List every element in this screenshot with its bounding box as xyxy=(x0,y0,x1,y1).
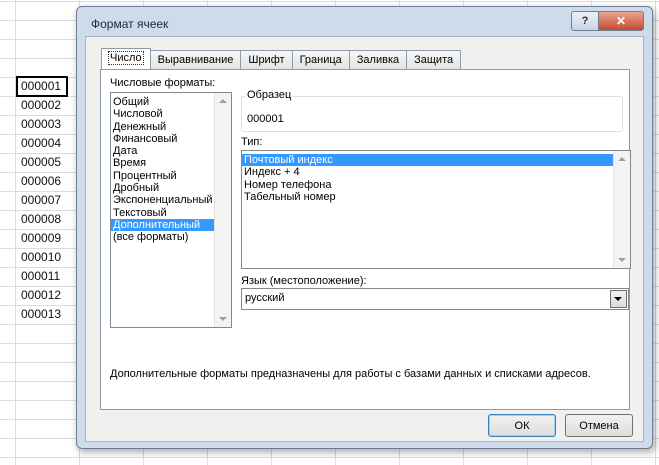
spreadsheet-cell[interactable]: 000005 xyxy=(17,153,67,172)
type-scrollbar[interactable] xyxy=(613,151,630,268)
locale-select[interactable]: русский xyxy=(241,288,629,310)
sample-group: Образец 000001 xyxy=(241,89,623,132)
spreadsheet-cell[interactable]: 000008 xyxy=(17,210,67,229)
category-item[interactable]: Финансовый xyxy=(111,133,231,145)
close-icon: ✕ xyxy=(615,14,627,28)
tab-protection[interactable]: Защита xyxy=(406,50,462,69)
type-item[interactable]: Табельный номер xyxy=(242,191,630,203)
category-item[interactable]: Экспоненциальный xyxy=(111,194,231,206)
tab-number[interactable]: Число xyxy=(101,48,151,69)
spreadsheet-cell[interactable]: 000009 xyxy=(17,229,67,248)
category-item[interactable]: Процентный xyxy=(111,170,231,182)
spreadsheet-cell[interactable]: 000002 xyxy=(17,96,67,115)
spreadsheet-cell[interactable]: 000003 xyxy=(17,115,67,134)
spreadsheet-cell[interactable]: 000013 xyxy=(17,305,67,324)
spreadsheet-cell[interactable]: 000006 xyxy=(17,172,67,191)
help-button[interactable]: ? xyxy=(571,11,599,31)
ok-button[interactable]: ОК xyxy=(488,414,556,437)
spreadsheet-cell[interactable]: 000011 xyxy=(17,267,67,286)
type-item-selected[interactable]: Почтовый индекс xyxy=(242,154,614,167)
tab-fill[interactable]: Заливка xyxy=(348,50,408,69)
sample-value: 000001 xyxy=(247,113,284,125)
cell-column: 000001 000002 000003 000004 000005 00000… xyxy=(16,76,68,324)
category-item[interactable]: Время xyxy=(111,157,231,169)
category-item[interactable]: Общий xyxy=(111,96,231,108)
scroll-up-icon[interactable] xyxy=(618,157,626,161)
tab-alignment[interactable]: Выравнивание xyxy=(149,50,242,69)
tab-border[interactable]: Граница xyxy=(291,50,350,69)
type-item[interactable]: Номер телефона xyxy=(242,179,630,191)
spreadsheet-cell[interactable]: 000004 xyxy=(17,134,67,153)
help-icon: ? xyxy=(581,15,589,27)
spreadsheet-cell[interactable]: 000012 xyxy=(17,286,67,305)
spreadsheet-cell[interactable]: 000007 xyxy=(17,191,67,210)
type-list[interactable]: Почтовый индекс Индекс + 4 Номер телефон… xyxy=(241,150,631,269)
type-item[interactable]: Индекс + 4 xyxy=(242,166,630,178)
close-button[interactable]: ✕ xyxy=(598,11,644,31)
scroll-down-icon[interactable] xyxy=(618,258,626,262)
category-item[interactable]: (все форматы) xyxy=(111,231,231,243)
dialog-title: Формат ячеек xyxy=(91,17,169,31)
category-items: Общий Числовой Денежный Финансовый Дата … xyxy=(111,93,231,244)
category-item[interactable]: Числовой xyxy=(111,108,231,120)
number-tab-panel: Числовые форматы: Общий Числовой Денежны… xyxy=(100,69,631,410)
tab-strip: Число Выравнивание Шрифт Граница Заливка… xyxy=(101,48,462,70)
spreadsheet-cell[interactable]: 000010 xyxy=(17,248,67,267)
dialog-body: Число Выравнивание Шрифт Граница Заливка… xyxy=(85,36,644,442)
category-item[interactable]: Текстовый xyxy=(111,207,231,219)
tab-font[interactable]: Шрифт xyxy=(240,50,293,69)
spreadsheet-cell[interactable]: 000001 xyxy=(16,76,68,97)
format-cells-dialog: Формат ячеек ? ✕ Число Выравнивание Шриф… xyxy=(76,6,653,449)
locale-label: Язык (местоположение): xyxy=(241,275,367,287)
category-item[interactable]: Денежный xyxy=(111,121,231,133)
dropdown-button[interactable] xyxy=(610,290,627,308)
category-item[interactable]: Дата xyxy=(111,145,231,157)
sample-label: Образец xyxy=(245,89,294,101)
dialog-titlebar[interactable]: Формат ячеек ? ✕ xyxy=(77,7,652,37)
type-items: Почтовый индекс Индекс + 4 Номер телефон… xyxy=(242,151,630,203)
category-scrollbar[interactable] xyxy=(214,93,231,327)
scroll-up-icon[interactable] xyxy=(219,99,227,103)
chevron-down-icon xyxy=(614,297,622,301)
type-label: Тип: xyxy=(241,136,263,148)
category-item[interactable]: Дробный xyxy=(111,182,231,194)
category-item-selected[interactable]: Дополнительный xyxy=(111,218,215,232)
locale-value: русский xyxy=(245,292,285,304)
scroll-down-icon[interactable] xyxy=(219,317,227,321)
numeric-formats-label: Числовые форматы: xyxy=(110,77,216,89)
category-list[interactable]: Общий Числовой Денежный Финансовый Дата … xyxy=(110,92,232,328)
format-description: Дополнительные форматы предназначены для… xyxy=(110,368,591,380)
cancel-button[interactable]: Отмена xyxy=(565,414,633,437)
